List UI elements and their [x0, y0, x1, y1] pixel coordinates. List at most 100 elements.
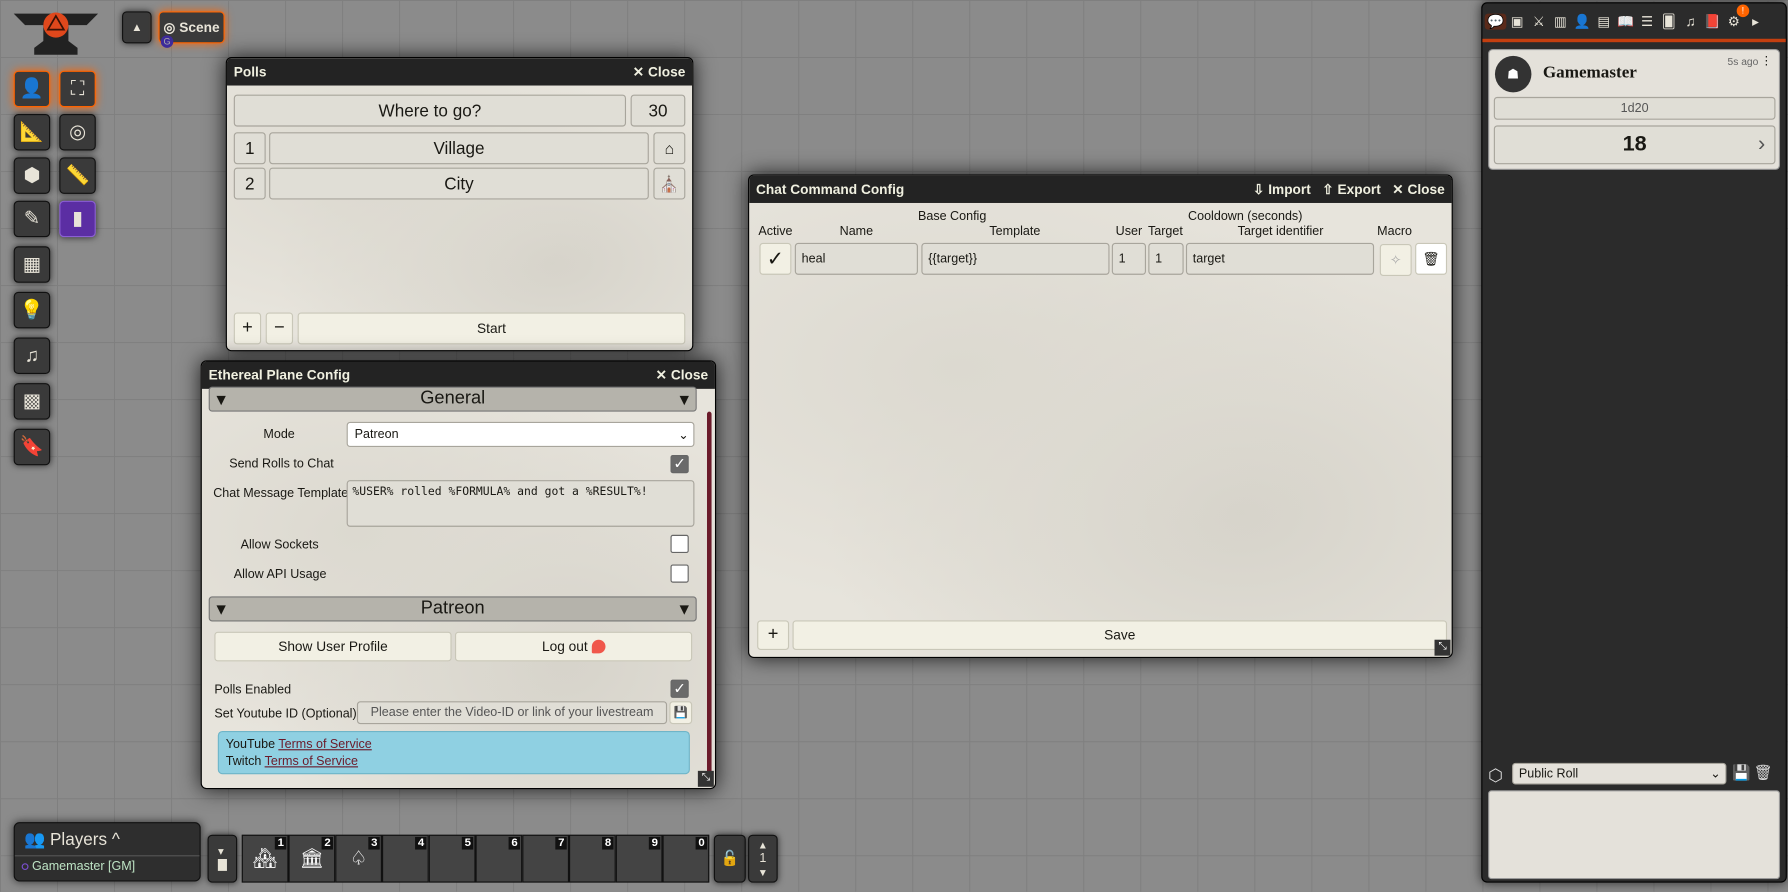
user-cooldown-input[interactable]: 1: [1111, 242, 1147, 275]
foundry-logo[interactable]: [11, 9, 100, 57]
target-identifier-input[interactable]: target: [1185, 242, 1375, 275]
items-icon[interactable]: ▤: [1593, 13, 1615, 29]
actors-icon[interactable]: 👤: [1571, 13, 1593, 29]
active-toggle[interactable]: ✓: [759, 242, 792, 275]
scrollbar[interactable]: [706, 411, 712, 777]
add-command-button[interactable]: +: [757, 620, 790, 650]
message-menu-icon[interactable]: ⋮: [1761, 55, 1772, 68]
token-control-button[interactable]: 👤: [13, 70, 51, 108]
music-control-button[interactable]: ♫: [13, 337, 51, 375]
sidebar: 💬 ▣ ⚔ ▥ 👤 ▤ 📖 ☰ 🂠 ♫ 📕 ⚙! ▸ ☗ Gamemaster 5s ago ⋮ 1d2…: [1481, 2, 1787, 883]
nav-collapse-button[interactable]: ▲: [122, 11, 152, 44]
lock-icon[interactable]: 🔓: [713, 834, 746, 883]
poll-option-number: 1: [233, 132, 266, 165]
send-rolls-checkbox[interactable]: ✓: [670, 454, 689, 474]
pencil-control-button[interactable]: ✎: [13, 200, 51, 238]
poll-control-button[interactable]: ▮: [59, 200, 96, 238]
ruler-control-button[interactable]: 📏: [59, 157, 96, 194]
checker-control-button[interactable]: ▩: [13, 383, 51, 420]
city-image-icon[interactable]: ⛪: [653, 167, 686, 200]
poll-duration-input[interactable]: 30: [630, 94, 686, 127]
save-youtube-id-button[interactable]: 💾: [669, 701, 693, 725]
patreon-section-header[interactable]: ▼ Patreon ▼: [208, 596, 697, 622]
hotbar-page-control[interactable]: ▲ 1 ▼: [748, 834, 778, 883]
bookmark-control-button[interactable]: 🔖: [13, 428, 51, 466]
cards-icon[interactable]: 🂠: [1658, 13, 1680, 29]
resize-handle[interactable]: ⤡: [1434, 639, 1451, 656]
slot-number: 1: [275, 836, 287, 850]
macro-slot-0[interactable]: 0: [662, 834, 710, 883]
measure-control-button[interactable]: 📐: [13, 114, 51, 151]
tiles-control-button[interactable]: ⬢: [13, 157, 51, 194]
save-button[interactable]: Save: [792, 620, 1448, 650]
settings-icon[interactable]: ⚙!: [1723, 3, 1750, 29]
slot-number: 5: [462, 836, 474, 850]
general-section-header[interactable]: ▼ General ▼: [208, 386, 697, 412]
resize-handle[interactable]: ⤡: [697, 770, 714, 787]
macro-slot-9[interactable]: 9: [615, 834, 663, 883]
export-button[interactable]: ⇧ Export: [1322, 181, 1381, 197]
fullscreen-control-button[interactable]: ⛶: [59, 70, 96, 108]
macro-slot-7[interactable]: 7: [522, 834, 570, 883]
add-option-button[interactable]: +: [233, 312, 262, 345]
target-cooldown-input[interactable]: 1: [1148, 242, 1184, 275]
mode-select[interactable]: Patreon ⌄: [346, 421, 695, 448]
target-id-column-header: Target identifier: [1237, 224, 1324, 239]
ethereal-close-button[interactable]: ✕ Close: [656, 367, 709, 383]
import-button[interactable]: ⇩ Import: [1253, 181, 1311, 197]
slot-number: 6: [509, 836, 520, 850]
delete-row-button[interactable]: 🗑: [1415, 242, 1448, 275]
chat-message-input[interactable]: [1488, 790, 1781, 880]
macro-slot-5[interactable]: 5: [428, 834, 476, 883]
macro-slot-3[interactable]: ♤ 3: [335, 834, 383, 883]
active-column-header: Active: [758, 224, 793, 239]
walls-control-button[interactable]: ▦: [13, 246, 51, 283]
poll-option-input[interactable]: City: [269, 167, 649, 200]
logout-button[interactable]: Log out: [454, 631, 693, 662]
name-column-header: Name: [839, 224, 874, 239]
polls-close-button[interactable]: ✕ Close: [633, 64, 686, 80]
export-chat-icon[interactable]: 💾: [1732, 764, 1750, 782]
journal-icon[interactable]: 📖: [1615, 13, 1637, 29]
macro-slot[interactable]: ✧: [1379, 244, 1412, 276]
template-textarea[interactable]: %USER% rolled %FORMULA% and got a %RESUL…: [346, 480, 695, 527]
roll-mode-select[interactable]: Public Roll ⌄: [1512, 762, 1727, 785]
village-image-icon[interactable]: ⌂: [653, 132, 686, 165]
collapse-sidebar-icon[interactable]: ▸: [1745, 13, 1767, 29]
youtube-id-input[interactable]: Please enter the Video-ID or link of you…: [356, 701, 668, 725]
macro-directory-button[interactable]: ▾ ▇: [207, 834, 238, 883]
name-input[interactable]: heal: [794, 242, 918, 275]
poll-option-input[interactable]: Village: [269, 132, 649, 165]
allow-sockets-checkbox[interactable]: [670, 534, 689, 554]
allow-api-checkbox[interactable]: [670, 564, 689, 583]
players-list[interactable]: 👥 Players ^ Gamemaster [GM]: [13, 822, 201, 882]
show-user-profile-button[interactable]: Show User Profile: [214, 631, 452, 662]
template-input[interactable]: {{target}}: [921, 242, 1110, 275]
twitch-tos-link[interactable]: Terms of Service: [265, 755, 358, 769]
remove-option-button[interactable]: −: [265, 312, 294, 345]
template-label: Chat Message Template: [213, 486, 349, 501]
combat-tracker-icon[interactable]: ▣: [1506, 13, 1528, 29]
clear-chat-icon[interactable]: 🗑: [1754, 764, 1773, 782]
macro-slot-8[interactable]: 8: [569, 834, 616, 883]
combat-icon[interactable]: ⚔: [1528, 13, 1550, 29]
compendium-icon[interactable]: 📕: [1701, 13, 1723, 29]
macro-slot-1[interactable]: 🏘 1: [241, 834, 289, 883]
youtube-tos-link[interactable]: Terms of Service: [278, 738, 371, 752]
lightbulb-control-button[interactable]: 💡: [13, 291, 51, 329]
macro-slot-2[interactable]: 🏛 2: [288, 834, 336, 883]
roll-result[interactable]: 18 ›: [1493, 125, 1776, 165]
macro-slot-6[interactable]: 6: [475, 834, 523, 883]
start-poll-button[interactable]: Start: [297, 312, 686, 345]
tables-icon[interactable]: ☰: [1636, 13, 1658, 29]
playlists-icon[interactable]: ♫: [1680, 13, 1702, 29]
settings-notification-badge: !: [1736, 3, 1750, 17]
target-control-button[interactable]: ◎: [59, 114, 96, 151]
slot-number: 9: [649, 836, 661, 850]
polls-enabled-checkbox[interactable]: ✓: [670, 679, 689, 698]
chatcmd-close-button[interactable]: ✕ Close: [1392, 181, 1445, 197]
poll-question-input[interactable]: Where to go?: [233, 94, 627, 127]
chat-icon[interactable]: 💬: [1484, 13, 1507, 30]
scenes-icon[interactable]: ▥: [1550, 13, 1572, 29]
macro-slot-4[interactable]: 4: [382, 834, 429, 883]
